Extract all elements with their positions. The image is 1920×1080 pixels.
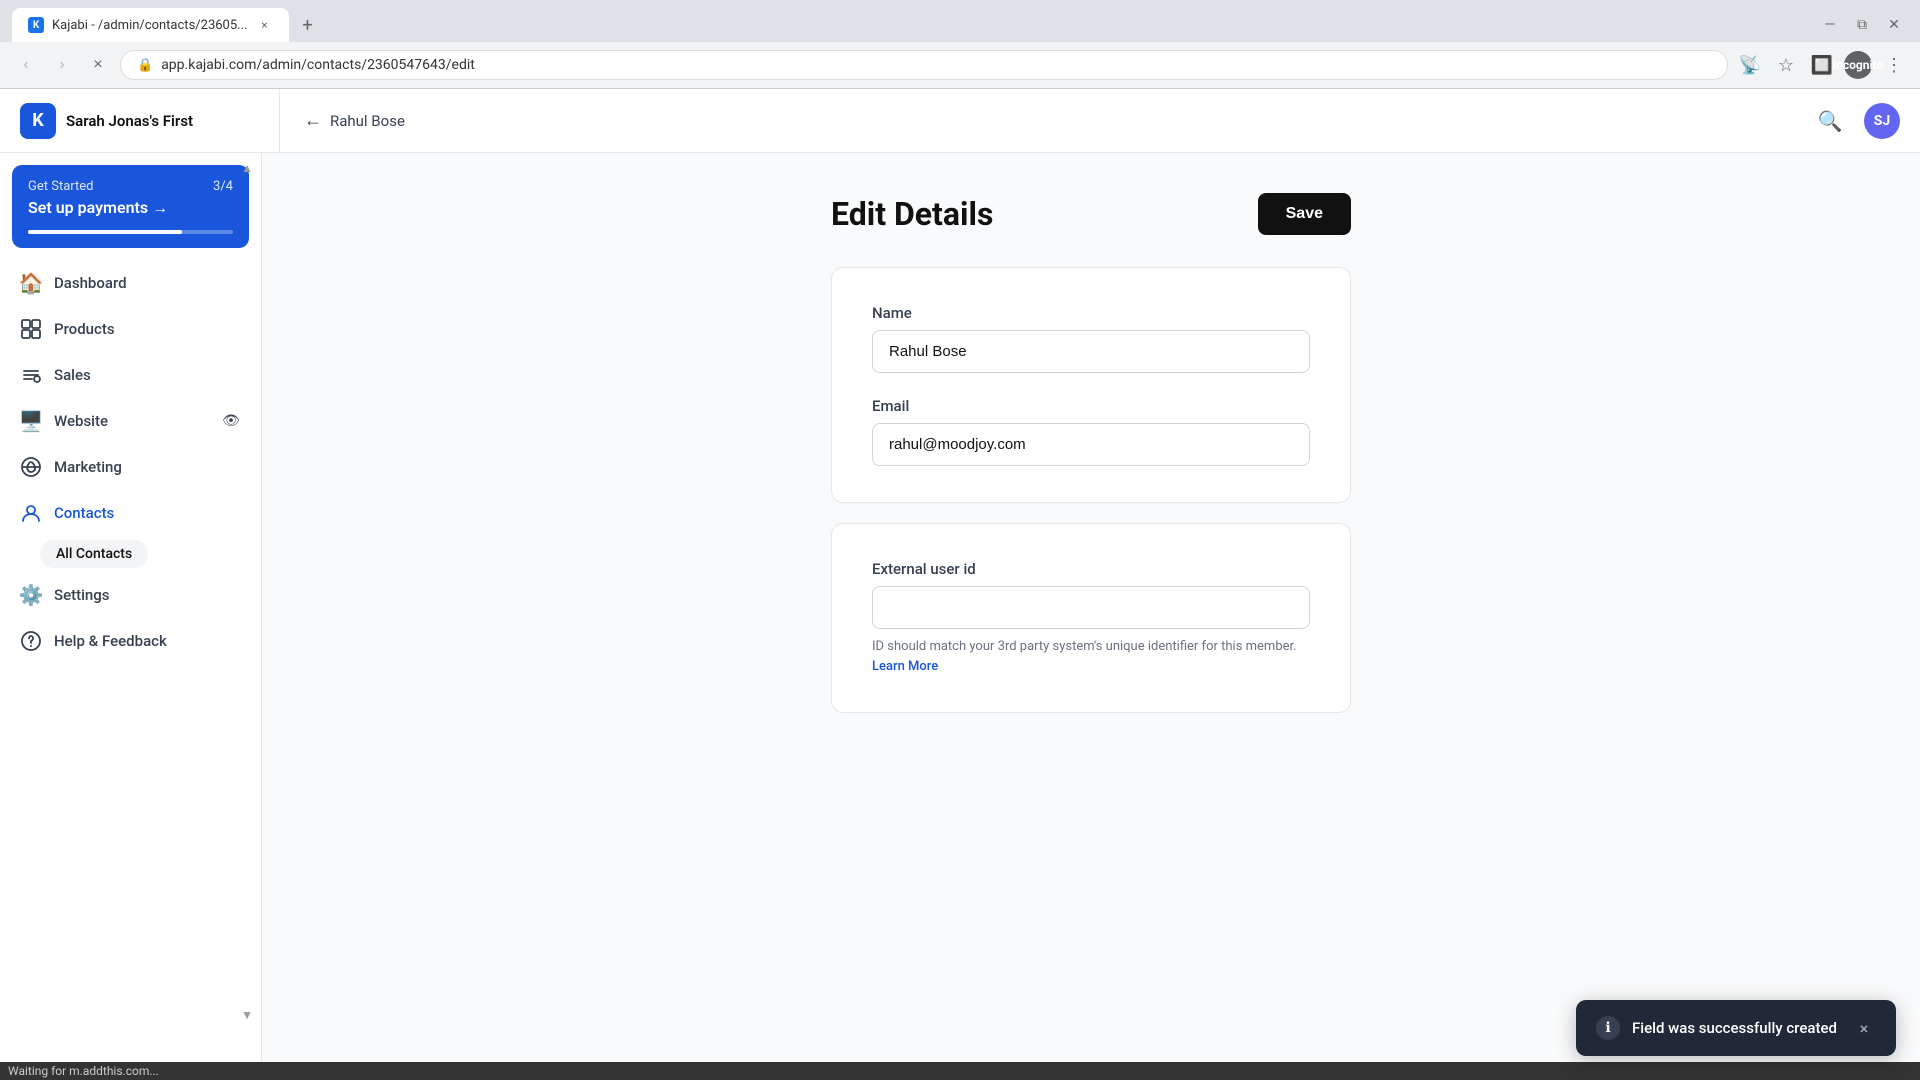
browser-chrome: K Kajabi - /admin/contacts/23605... × + … xyxy=(0,0,1920,89)
progress-bar xyxy=(28,230,233,234)
website-label: Website xyxy=(54,412,209,430)
tab-close-button[interactable]: × xyxy=(255,16,273,34)
back-arrow-icon: ← xyxy=(304,110,322,131)
name-label: Name xyxy=(872,304,1310,322)
external-id-input[interactable] xyxy=(872,586,1310,629)
scroll-indicator-up: ▲ xyxy=(241,161,253,175)
help-icon xyxy=(20,630,42,652)
get-started-badge: 3/4 xyxy=(213,179,233,194)
main-content: Edit Details Save Name Email External us… xyxy=(262,153,1920,1062)
cast-icon[interactable]: 📡 xyxy=(1736,51,1764,79)
toast-message: Field was successfully created xyxy=(1632,1019,1840,1037)
marketing-icon xyxy=(20,456,42,478)
get-started-action: Set up payments → xyxy=(28,198,233,218)
reload-button[interactable]: × xyxy=(84,51,112,79)
progress-fill xyxy=(28,230,182,234)
contacts-sub-nav: All Contacts xyxy=(0,536,261,572)
products-label: Products xyxy=(54,320,241,338)
email-field-group: Email xyxy=(872,397,1310,466)
address-bar-row: ‹ › × 🔒 app.kajabi.com/admin/contacts/23… xyxy=(0,42,1920,88)
more-options-icon[interactable]: ⋮ xyxy=(1880,51,1908,79)
get-started-label: Get Started xyxy=(28,179,93,194)
address-bar[interactable]: 🔒 app.kajabi.com/admin/contacts/23605476… xyxy=(120,50,1728,80)
contacts-label: Contacts xyxy=(54,504,241,522)
tab-bar: K Kajabi - /admin/contacts/23605... × + … xyxy=(0,0,1920,42)
sidebar-item-products[interactable]: Products xyxy=(0,306,261,352)
page-title: Edit Details xyxy=(831,195,993,233)
external-id-help: ID should match your 3rd party system's … xyxy=(872,637,1310,676)
header-right: 🔍 SJ xyxy=(1812,103,1900,139)
back-nav-button[interactable]: ‹ xyxy=(12,51,40,79)
learn-more-link[interactable]: Learn More xyxy=(872,659,938,674)
name-email-card: Name Email xyxy=(831,267,1351,503)
email-input[interactable] xyxy=(872,423,1310,466)
website-icon: 🖥️ xyxy=(20,410,42,432)
settings-label: Settings xyxy=(54,586,241,604)
dashboard-icon: 🏠 xyxy=(20,272,42,294)
sidebar-item-contacts[interactable]: Contacts xyxy=(0,490,261,536)
sidebar-item-help[interactable]: Help & Feedback xyxy=(0,618,261,664)
sidebar-item-sales[interactable]: Sales xyxy=(0,352,261,398)
minimize-button[interactable]: — xyxy=(1816,11,1844,39)
get-started-banner[interactable]: Get Started 3/4 Set up payments → xyxy=(12,165,249,248)
toast-info-icon: ℹ xyxy=(1596,1016,1620,1040)
sidebar-item-website[interactable]: 🖥️ Website 👁 xyxy=(0,398,261,444)
app-logo-icon: K xyxy=(20,103,56,139)
close-window-button[interactable]: ✕ xyxy=(1880,11,1908,39)
toast-close-button[interactable]: × xyxy=(1852,1016,1876,1040)
secure-icon: 🔒 xyxy=(137,58,153,73)
dashboard-label: Dashboard xyxy=(54,274,241,292)
tab-favicon: K xyxy=(28,17,44,33)
name-field-group: Name xyxy=(872,304,1310,373)
help-label: Help & Feedback xyxy=(54,632,241,650)
sidebar-item-marketing[interactable]: Marketing xyxy=(0,444,261,490)
get-started-top: Get Started 3/4 xyxy=(28,179,233,194)
external-id-label: External user id xyxy=(872,560,1310,578)
main-wrapper: ▲ Get Started 3/4 Set up payments → 🏠 Da… xyxy=(0,153,1920,1062)
sidebar-item-dashboard[interactable]: 🏠 Dashboard xyxy=(0,260,261,306)
url-display: app.kajabi.com/admin/contacts/2360547643… xyxy=(161,57,1711,73)
app-header-inner: K Sarah Jonas's First ← Rahul Bose 🔍 SJ xyxy=(20,89,1900,153)
back-button[interactable]: ← Rahul Bose xyxy=(304,110,405,131)
all-contacts-link[interactable]: All Contacts xyxy=(40,540,148,568)
bookmark-icon[interactable]: ☆ xyxy=(1772,51,1800,79)
header-center: ← Rahul Bose xyxy=(280,110,1812,131)
sidebar: ▲ Get Started 3/4 Set up payments → 🏠 Da… xyxy=(0,153,262,1062)
external-id-group: External user id ID should match your 3r… xyxy=(872,560,1310,676)
profile-button[interactable]: Incognito xyxy=(1844,51,1872,79)
active-tab[interactable]: K Kajabi - /admin/contacts/23605... × xyxy=(12,8,289,42)
sales-icon xyxy=(20,364,42,386)
avatar[interactable]: SJ xyxy=(1864,103,1900,139)
edit-details-header: Edit Details Save xyxy=(831,193,1351,235)
back-label: Rahul Bose xyxy=(330,112,405,130)
tab-title: Kajabi - /admin/contacts/23605... xyxy=(52,18,247,33)
toast-notification: ℹ Field was successfully created × xyxy=(1576,1000,1896,1056)
scroll-indicator-down: ▼ xyxy=(241,1008,253,1022)
website-badge: 👁 xyxy=(221,411,241,431)
forward-nav-button[interactable]: › xyxy=(48,51,76,79)
maximize-button[interactable]: ⧉ xyxy=(1848,11,1876,39)
app-logo-text: Sarah Jonas's First xyxy=(66,112,193,130)
name-input[interactable] xyxy=(872,330,1310,373)
external-id-card: External user id ID should match your 3r… xyxy=(831,523,1351,713)
products-icon xyxy=(20,318,42,340)
sales-label: Sales xyxy=(54,366,241,384)
save-button[interactable]: Save xyxy=(1258,193,1351,235)
new-tab-button[interactable]: + xyxy=(293,11,321,39)
email-label: Email xyxy=(872,397,1310,415)
app-header: K Sarah Jonas's First ← Rahul Bose 🔍 SJ xyxy=(0,89,1920,153)
settings-icon: ⚙️ xyxy=(20,584,42,606)
contacts-icon xyxy=(20,502,42,524)
logo-area: K Sarah Jonas's First xyxy=(20,89,280,153)
browser-toolbar-icons: 📡 ☆ 🔲 Incognito ⋮ xyxy=(1736,51,1908,79)
marketing-label: Marketing xyxy=(54,458,241,476)
search-button[interactable]: 🔍 xyxy=(1812,103,1848,139)
status-bar: Waiting for m.addthis.com... xyxy=(0,1062,1920,1080)
sidebar-item-settings[interactable]: ⚙️ Settings xyxy=(0,572,261,618)
